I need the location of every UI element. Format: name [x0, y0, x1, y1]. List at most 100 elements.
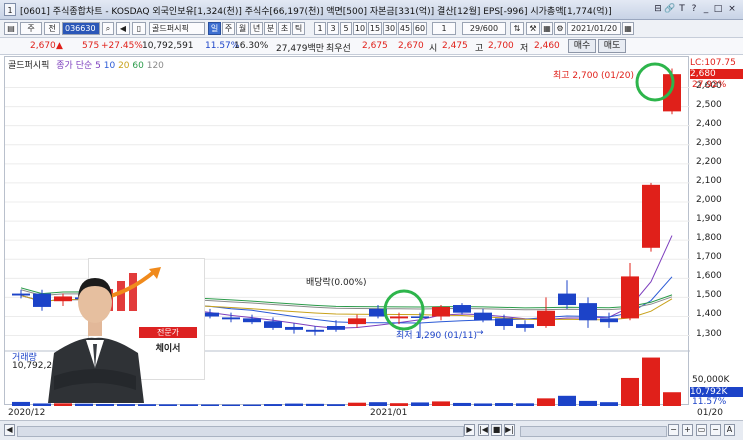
trade-amount: 27,479백만 [276, 44, 325, 54]
volume-bar [264, 404, 282, 406]
open-price: 2,475 [442, 41, 468, 51]
volume-bar [474, 403, 492, 406]
candle-body [264, 321, 282, 328]
date-input[interactable]: 2021/01/20 [567, 22, 621, 35]
minute-45[interactable]: 45 [398, 22, 412, 35]
zoom-in-icon[interactable]: + [682, 424, 693, 436]
volume-bar [621, 377, 639, 406]
legend-ma5: 5 [95, 61, 101, 71]
candle-body [516, 324, 534, 328]
period-second[interactable]: 초 [278, 22, 291, 35]
right-arrow-icon: → [476, 328, 484, 338]
candle-body [348, 318, 366, 325]
volume-bar [33, 403, 51, 406]
minute-3[interactable]: 3 [327, 22, 339, 35]
scroll-track[interactable] [17, 426, 464, 437]
sell-button[interactable]: 매도 [598, 39, 626, 53]
market-select[interactable]: 주 [20, 22, 42, 35]
link-icon[interactable]: 🔗 [664, 3, 676, 16]
period-weekly[interactable]: 주 [222, 22, 235, 35]
volume-bar [663, 392, 681, 406]
minute-10[interactable]: 10 [353, 22, 367, 35]
candle-body [453, 305, 471, 313]
settings-icon[interactable]: ⚙ [554, 22, 566, 35]
minute-1[interactable]: 1 [314, 22, 326, 35]
presenter-photo [48, 278, 144, 403]
current-price-tag: 2,680 [690, 69, 743, 79]
window-tab-number[interactable]: 1 [4, 3, 16, 16]
scroll-right-icon[interactable]: ▶ [464, 424, 475, 436]
period-minute[interactable]: 분 [264, 22, 277, 35]
y-tick-label: 2,400 [696, 118, 722, 129]
chart-menu-icon[interactable]: ▤ [4, 22, 18, 35]
all-button[interactable]: 전 [44, 22, 60, 35]
candle-body [621, 276, 639, 319]
y-tick-label: 1,400 [696, 309, 722, 320]
price-bar: 2,670 ▲ 575 +27.45% 10,792,591 11.57% 16… [0, 38, 743, 55]
volume-bar [180, 404, 198, 406]
period-monthly[interactable]: 월 [236, 22, 249, 35]
volume-tag: 10,792K [690, 387, 743, 397]
minute-30[interactable]: 30 [383, 22, 397, 35]
volume-bar [117, 404, 135, 406]
volume-bar [306, 403, 324, 406]
stop-icon[interactable]: ■ [491, 424, 502, 436]
screen-icon[interactable]: ⊟ [652, 3, 664, 16]
zoom-out-icon[interactable]: − [668, 424, 679, 436]
candle-body [642, 184, 660, 248]
lock-icon[interactable]: ▯ [132, 22, 146, 35]
text-icon[interactable]: T [676, 3, 688, 16]
current-pct-tag: 27.92% [692, 80, 727, 90]
y-tick-label: 2,000 [696, 195, 722, 205]
last-icon[interactable]: ▶| [504, 424, 515, 436]
change-percent: +27.45% [101, 41, 143, 51]
buy-button[interactable]: 매수 [568, 39, 596, 53]
tool-icon[interactable]: ⚒ [526, 22, 540, 35]
lc-label: LC:107.75 [690, 58, 736, 68]
zoom-track[interactable] [520, 426, 667, 437]
low-label: 저 [520, 44, 529, 54]
candle-body [327, 326, 345, 330]
high-annotation: 최고 2,700 (01/20) [553, 71, 635, 81]
minute-60[interactable]: 60 [413, 22, 427, 35]
period-daily[interactable]: 일 [208, 22, 221, 35]
period-yearly[interactable]: 년 [250, 22, 263, 35]
period-tick[interactable]: 틱 [292, 22, 305, 35]
calendar-icon[interactable]: ▦ [622, 22, 634, 35]
volume-bar [138, 404, 156, 406]
volume-bar [54, 403, 72, 406]
fit-icon[interactable]: ▭ [696, 424, 707, 436]
scroll-left-icon[interactable]: ◀ [4, 424, 15, 436]
maximize-icon[interactable]: □ [712, 3, 724, 16]
first-icon[interactable]: |◀ [478, 424, 489, 436]
interval-select[interactable]: 1 [432, 22, 456, 35]
y-tick-label: 2,100 [696, 175, 722, 186]
font-decrease-icon[interactable]: − [710, 424, 721, 436]
candle-body [663, 74, 681, 112]
font-increase-icon[interactable]: A [724, 424, 735, 436]
stock-code-input[interactable]: 036630 [62, 22, 100, 35]
order-icon[interactable]: ⇅ [510, 22, 524, 35]
volume-bar [159, 404, 177, 406]
minute-5[interactable]: 5 [340, 22, 352, 35]
best-ask: 2,675 [362, 41, 388, 51]
date-mid: 2021/01 [370, 408, 408, 418]
y-tick-label: 1,800 [696, 233, 722, 244]
bottom-scrollbar: ◀ ▶ |◀ ■ ▶| − + ▭ − A [0, 420, 743, 440]
volume-bar [579, 400, 597, 406]
candle-body [285, 326, 303, 330]
grid-icon[interactable]: ▦ [541, 22, 553, 35]
candle-body [537, 310, 555, 327]
volume-bar [516, 403, 534, 406]
search-icon[interactable]: ⌕ [102, 22, 114, 35]
minimize-icon[interactable]: _ [700, 3, 712, 16]
volume-bar [432, 401, 450, 406]
speaker-icon[interactable]: ◀ [116, 22, 130, 35]
help-icon[interactable]: ? [688, 3, 700, 16]
minute-15[interactable]: 15 [368, 22, 382, 35]
date-left: 2020/12 [8, 408, 46, 418]
dividend-annotation: 배당락(0.00%) [306, 278, 367, 288]
candle-body [369, 308, 387, 317]
y-tick-label: 1,900 [696, 214, 722, 225]
close-icon[interactable]: × [726, 3, 738, 16]
